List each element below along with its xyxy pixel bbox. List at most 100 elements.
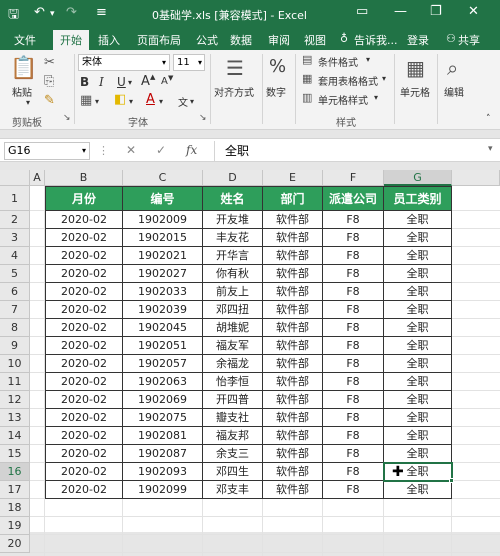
table-cell[interactable]: F8 xyxy=(323,211,384,229)
cell-style-button[interactable]: 单元格样式 xyxy=(318,92,368,107)
tab-page-layout[interactable]: 页面布局 xyxy=(137,32,181,48)
table-cell[interactable]: 软件部 xyxy=(263,445,323,463)
row-header-19[interactable]: 19 xyxy=(0,517,30,535)
table-cell[interactable]: 2020-02 xyxy=(45,211,123,229)
table-header-cell[interactable]: 派遣公司 xyxy=(323,186,384,211)
table-cell[interactable]: 全职 xyxy=(384,247,452,265)
fill-handle[interactable] xyxy=(449,478,454,483)
row-header-15[interactable]: 15 xyxy=(0,445,30,463)
table-cell[interactable]: 全职 xyxy=(384,409,452,427)
cell-style-icon[interactable]: ▥ xyxy=(302,91,312,104)
row-header-6[interactable]: 6 xyxy=(0,283,30,301)
row-header-1[interactable]: 1 xyxy=(0,186,30,211)
table-cell[interactable]: 软件部 xyxy=(263,427,323,445)
table-cell[interactable]: 全职 xyxy=(384,319,452,337)
row-header-14[interactable]: 14 xyxy=(0,427,30,445)
fill-color-dropdown-icon[interactable]: ▾ xyxy=(129,97,133,106)
table-cell[interactable]: 2020-02 xyxy=(45,229,123,247)
table-cell[interactable]: 全职 xyxy=(384,427,452,445)
row-header-17[interactable]: 17 xyxy=(0,481,30,499)
column-header-f[interactable]: F xyxy=(323,170,384,186)
table-format-icon[interactable]: ▦ xyxy=(302,72,312,85)
table-cell[interactable]: 软件部 xyxy=(263,355,323,373)
ribbon-display-icon[interactable]: ▭ xyxy=(356,4,368,19)
table-cell[interactable]: 余支三 xyxy=(203,445,263,463)
table-cell[interactable]: 全职 xyxy=(384,265,452,283)
column-header-e[interactable]: E xyxy=(263,170,323,186)
table-header-cell[interactable]: 姓名 xyxy=(203,186,263,211)
cells-button[interactable]: 单元格 xyxy=(400,84,430,99)
grow-font-button[interactable]: A xyxy=(141,74,150,89)
column-header-g[interactable]: G xyxy=(384,170,452,186)
table-cell[interactable]: 全职 xyxy=(384,337,452,355)
insert-function-icon[interactable]: fx xyxy=(186,143,197,157)
row-header-18[interactable]: 18 xyxy=(0,499,30,517)
table-cell[interactable]: 全职 xyxy=(384,481,452,499)
table-cell[interactable]: F8 xyxy=(323,373,384,391)
table-cell[interactable]: 1902063 xyxy=(123,373,203,391)
enter-icon[interactable]: ✓ xyxy=(156,143,166,157)
table-cell[interactable]: 你有秋 xyxy=(203,265,263,283)
table-cell[interactable]: F8 xyxy=(323,355,384,373)
table-cell[interactable]: F8 xyxy=(323,283,384,301)
row-header-13[interactable]: 13 xyxy=(0,409,30,427)
copy-icon[interactable]: ⎘ xyxy=(44,74,54,89)
table-cell[interactable]: F8 xyxy=(323,301,384,319)
table-cell[interactable]: 1902045 xyxy=(123,319,203,337)
row-header-12[interactable]: 12 xyxy=(0,391,30,409)
table-cell[interactable]: 2020-02 xyxy=(45,463,123,481)
share-button[interactable]: 共享 xyxy=(458,32,480,48)
cut-icon[interactable]: ✂ xyxy=(44,55,55,70)
font-size-select[interactable]: 11 ▾ xyxy=(173,54,205,71)
row-header-2[interactable]: 2 xyxy=(0,211,30,229)
table-cell[interactable]: F8 xyxy=(323,481,384,499)
table-cell[interactable]: 瓣支社 xyxy=(203,409,263,427)
table-cell[interactable]: F8 xyxy=(323,409,384,427)
table-cell[interactable]: F8 xyxy=(323,319,384,337)
table-cell[interactable]: F8 xyxy=(323,337,384,355)
table-cell[interactable]: 1902033 xyxy=(123,283,203,301)
spreadsheet-grid[interactable]: A B C D E F G 1 2 3 4 5 6 7 8 9 10 11 12 13 14 15 16 17 18 19 20 月份… xyxy=(0,170,500,556)
row-header-11[interactable]: 11 xyxy=(0,373,30,391)
editing-button[interactable]: 编辑 xyxy=(444,84,464,99)
table-cell[interactable]: 软件部 xyxy=(263,391,323,409)
table-cell[interactable]: 1902027 xyxy=(123,265,203,283)
table-cell[interactable]: 邓四生 xyxy=(203,463,263,481)
undo-icon[interactable]: ↶ xyxy=(34,5,45,20)
alignment-icon[interactable]: ☰ xyxy=(226,56,244,80)
table-cell[interactable]: F8 xyxy=(323,427,384,445)
shrink-font-button[interactable]: A xyxy=(161,76,168,87)
table-cell[interactable]: 2020-02 xyxy=(45,373,123,391)
select-all-corner[interactable] xyxy=(0,170,30,186)
table-cell[interactable]: 丰友花 xyxy=(203,229,263,247)
font-color-button[interactable]: A xyxy=(146,92,155,107)
table-cell[interactable]: 2020-02 xyxy=(45,409,123,427)
table-cell[interactable]: 软件部 xyxy=(263,229,323,247)
row-header-3[interactable]: 3 xyxy=(0,229,30,247)
cells-icon[interactable]: ▦ xyxy=(406,56,425,80)
row-header-5[interactable]: 5 xyxy=(0,265,30,283)
collapse-ribbon-icon[interactable]: ˄ xyxy=(486,114,491,124)
paste-button[interactable]: 粘贴 xyxy=(12,84,32,99)
column-header-a[interactable]: A xyxy=(30,170,45,186)
bold-button[interactable]: B xyxy=(80,75,89,89)
font-name-select[interactable]: 宋体 ▾ xyxy=(78,54,170,71)
restore-button[interactable]: ❐ xyxy=(430,4,442,19)
table-cell[interactable]: 2020-02 xyxy=(45,391,123,409)
tell-me-search[interactable]: 告诉我... xyxy=(354,32,398,48)
table-cell[interactable]: 2020-02 xyxy=(45,445,123,463)
font-color-dropdown-icon[interactable]: ▾ xyxy=(159,97,163,106)
paste-icon[interactable]: 📋 xyxy=(10,56,37,81)
table-cell[interactable]: 胡堆妮 xyxy=(203,319,263,337)
table-cell[interactable]: 2020-02 xyxy=(45,481,123,499)
customize-icon[interactable]: ≡ xyxy=(96,5,107,20)
font-launcher-icon[interactable]: ↘ xyxy=(199,113,207,123)
format-painter-icon[interactable]: ✎ xyxy=(44,93,55,108)
tab-data[interactable]: 数据 xyxy=(230,32,252,48)
row-header-7[interactable]: 7 xyxy=(0,301,30,319)
alignment-button[interactable]: 对齐方式 xyxy=(214,84,254,99)
table-cell[interactable]: F8 xyxy=(323,229,384,247)
close-button[interactable]: ✕ xyxy=(468,4,479,19)
table-cell[interactable]: 1902039 xyxy=(123,301,203,319)
table-cell[interactable]: 2020-02 xyxy=(45,355,123,373)
